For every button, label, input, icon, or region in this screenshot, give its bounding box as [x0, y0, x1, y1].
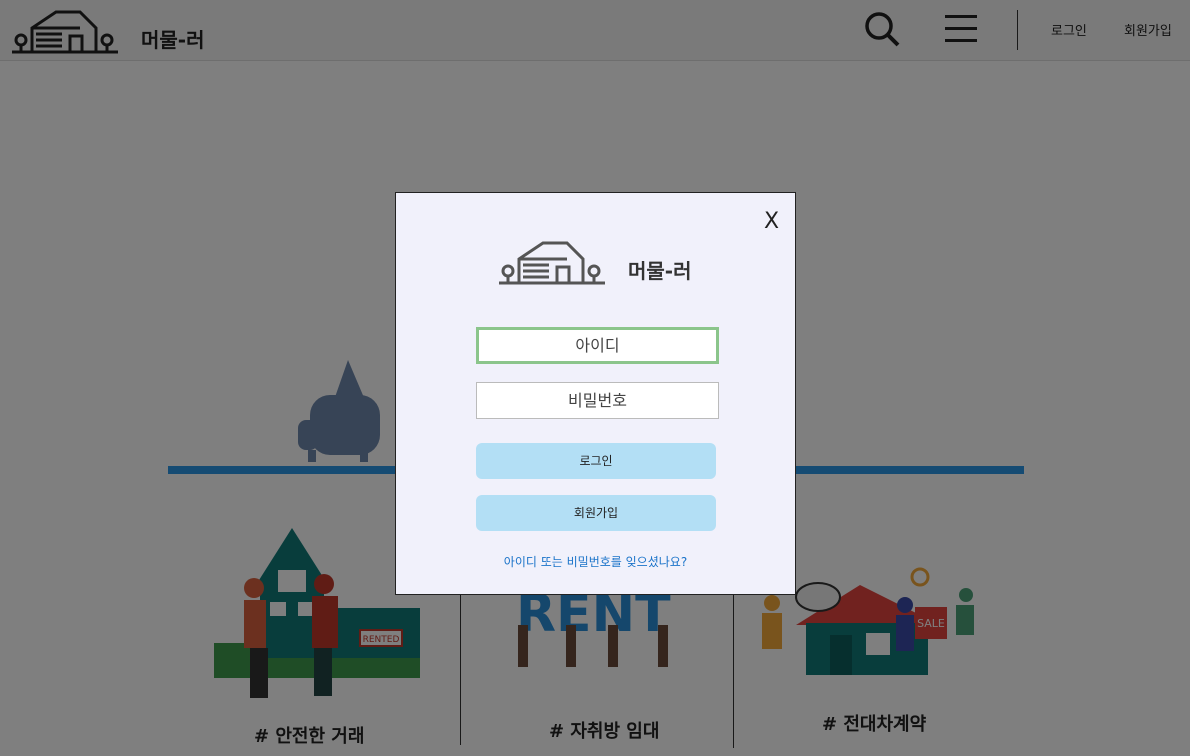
- login-modal: X 머물-러 아이디 비밀번호 로그인 회원가입 아이디 또는 비밀번호를 잊으…: [395, 192, 796, 595]
- modal-brand-name: 머물-러: [628, 259, 692, 283]
- password-input[interactable]: 비밀번호: [476, 382, 719, 419]
- forgot-credentials-link[interactable]: 아이디 또는 비밀번호를 잊으셨나요?: [396, 553, 795, 570]
- id-input[interactable]: 아이디: [476, 327, 719, 364]
- signup-button[interactable]: 회원가입: [476, 495, 716, 531]
- close-button[interactable]: X: [764, 209, 779, 234]
- login-button[interactable]: 로그인: [476, 443, 716, 479]
- house-logo-icon: [499, 237, 605, 289]
